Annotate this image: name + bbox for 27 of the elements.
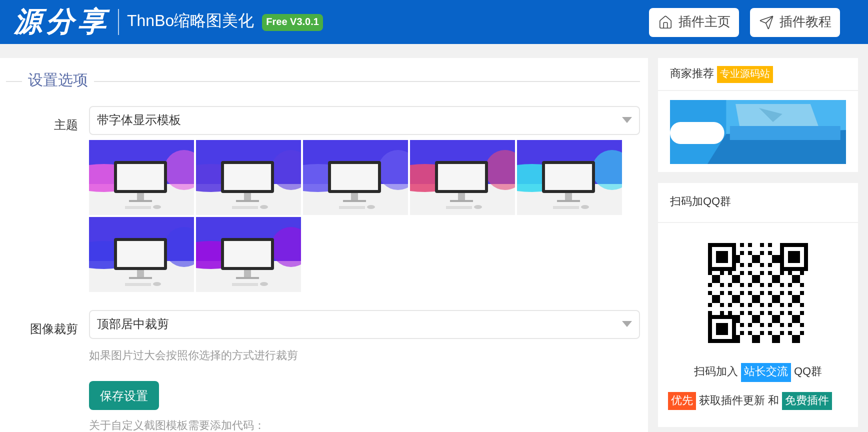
send-icon	[758, 14, 774, 30]
recommend-badge: 专业源码站	[717, 66, 773, 82]
plugin-title: ThnBo缩略图美化	[127, 12, 254, 32]
save-button[interactable]: 保存设置	[89, 381, 159, 410]
caret-icon	[622, 117, 632, 123]
hint-text: 如果图片过大会按照你选择的方式进行裁剪	[89, 348, 299, 364]
update-text: 获取插件更新 和	[699, 394, 780, 408]
card-title: 商家推荐	[670, 66, 714, 82]
note-text: 关于自定义截图模板需要添加代码：	[89, 418, 266, 432]
section-legend: 设置选项	[22, 70, 94, 92]
join-text: 扫码加入	[694, 365, 738, 380]
field-label: 主题	[54, 118, 78, 132]
priority-badge: 优先	[668, 392, 696, 410]
qr-code-icon	[708, 243, 808, 343]
logo: 源分享	[14, 4, 110, 40]
caret-icon	[622, 321, 632, 327]
group-badge: 站长交流	[740, 363, 791, 382]
header-button[interactable]: 插件教程	[750, 8, 840, 36]
crop-select[interactable]: 顶部居中裁剪	[89, 310, 640, 338]
version-badge: Free V3.0.1	[262, 14, 323, 30]
card-title: 扫码加QQ群	[670, 195, 732, 210]
home-icon	[658, 14, 672, 30]
field-label: 图像裁剪	[30, 322, 78, 336]
free-badge: 免费插件	[782, 392, 832, 410]
theme-select[interactable]: 带字体显示模板	[89, 106, 640, 134]
join-text: QQ群	[794, 365, 822, 380]
header-button[interactable]: 插件主页	[649, 8, 739, 36]
